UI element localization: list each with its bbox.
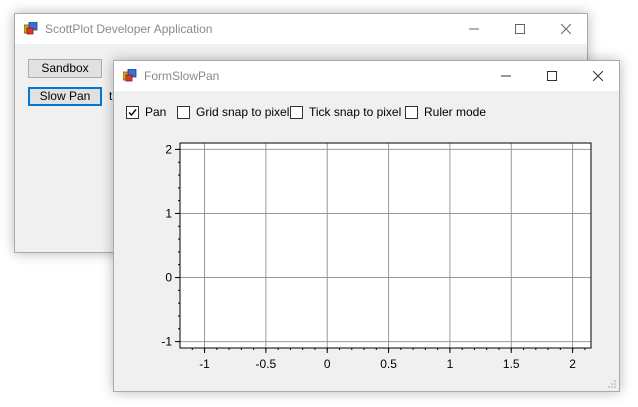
maximize-icon bbox=[515, 24, 525, 34]
x-tick-label: 2 bbox=[569, 357, 576, 371]
title-bar[interactable]: ScottPlot Developer Application bbox=[15, 14, 587, 44]
partial-label: t bbox=[109, 89, 113, 103]
app-icon bbox=[24, 22, 38, 35]
x-tick-label: -0.5 bbox=[256, 357, 277, 371]
y-tick-label: 1 bbox=[165, 206, 172, 220]
plot-background bbox=[180, 143, 591, 348]
x-tick-label: -1 bbox=[199, 357, 210, 371]
y-tick-label: 2 bbox=[165, 142, 172, 156]
plot-area[interactable]: -1 -0.5 0 0.5 1 1.5 2 -1 0 1 2 bbox=[114, 61, 619, 391]
maximize-button[interactable] bbox=[497, 14, 543, 44]
minimize-button[interactable] bbox=[451, 14, 497, 44]
y-tick-label: 0 bbox=[165, 271, 172, 285]
x-tick-label: 1.5 bbox=[503, 357, 520, 371]
close-icon bbox=[561, 24, 571, 34]
sandbox-button[interactable]: Sandbox bbox=[28, 59, 102, 78]
x-tick-label: 1 bbox=[447, 357, 454, 371]
window-title: ScottPlot Developer Application bbox=[45, 22, 213, 36]
close-button[interactable] bbox=[543, 14, 589, 44]
x-tick-label: 0.5 bbox=[380, 357, 397, 371]
form-slow-pan-window: FormSlowPan Pan Grid snap to pixel Tick … bbox=[113, 60, 620, 392]
slow-pan-button[interactable]: Slow Pan bbox=[28, 87, 102, 106]
minimize-icon bbox=[469, 28, 479, 30]
resize-grip-icon[interactable] bbox=[607, 379, 617, 389]
x-tick-label: 0 bbox=[324, 357, 331, 371]
y-tick-label: -1 bbox=[161, 335, 172, 349]
